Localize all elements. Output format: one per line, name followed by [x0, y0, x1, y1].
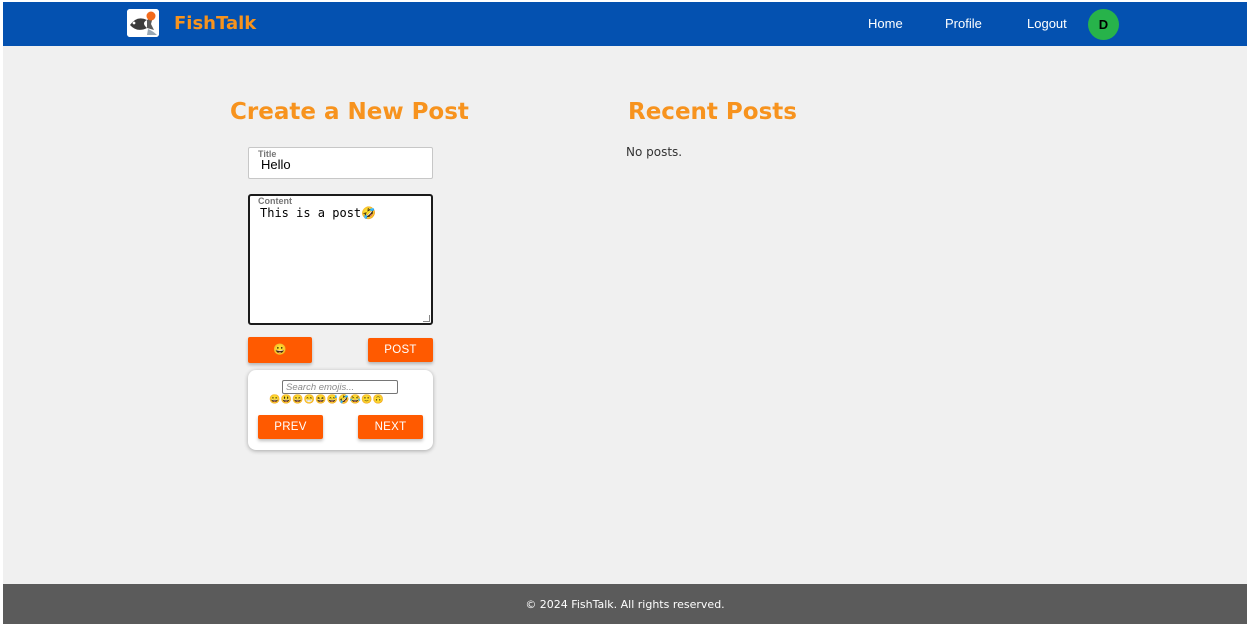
- emoji-option[interactable]: 😃: [281, 394, 292, 405]
- top-navbar: FishTalk Home Profile Logout D: [3, 2, 1247, 46]
- emoji-toggle-button[interactable]: 😀: [248, 337, 312, 363]
- resize-handle-icon[interactable]: [423, 315, 430, 322]
- post-button[interactable]: POST: [368, 338, 433, 362]
- nav-profile-link[interactable]: Profile: [945, 16, 982, 31]
- emoji-search-input[interactable]: [282, 380, 398, 394]
- footer: © 2024 FishTalk. All rights reserved.: [3, 584, 1247, 624]
- title-input[interactable]: [261, 157, 421, 172]
- emoji-option[interactable]: 😁: [304, 394, 315, 405]
- app-frame: FishTalk Home Profile Logout D Create a …: [3, 2, 1247, 624]
- emoji-picker: 😀 😃 😄 😁 😆 😅 🤣 😂 🙂 🙃 PREV NEXT: [248, 370, 433, 450]
- emoji-option[interactable]: 🙂: [361, 394, 372, 405]
- emoji-option[interactable]: 🤣: [338, 394, 349, 405]
- prev-page-button[interactable]: PREV: [258, 415, 323, 439]
- emoji-grid: 😀 😃 😄 😁 😆 😅 🤣 😂 🙂 🙃: [269, 394, 419, 407]
- content-textarea[interactable]: This is a post🤣: [260, 206, 425, 316]
- copyright-text: © 2024 FishTalk. All rights reserved.: [525, 598, 725, 611]
- nav-home-link[interactable]: Home: [868, 16, 903, 31]
- title-field[interactable]: Title: [248, 147, 433, 179]
- emoji-option[interactable]: 😂: [350, 394, 361, 405]
- next-page-button[interactable]: NEXT: [358, 415, 423, 439]
- create-post-heading: Create a New Post: [230, 99, 469, 125]
- emoji-option[interactable]: 🙃: [373, 394, 384, 405]
- user-avatar[interactable]: D: [1088, 9, 1119, 40]
- emoji-option[interactable]: 😀: [269, 394, 280, 405]
- fish-logo-icon[interactable]: [127, 9, 159, 37]
- brand-name[interactable]: FishTalk: [174, 13, 256, 34]
- emoji-option[interactable]: 😅: [327, 394, 338, 405]
- emoji-option[interactable]: 😄: [292, 394, 303, 405]
- empty-posts-message: No posts.: [626, 145, 683, 159]
- content-field[interactable]: Content This is a post🤣: [248, 194, 433, 325]
- nav-logout-link[interactable]: Logout: [1027, 16, 1067, 31]
- emoji-option[interactable]: 😆: [315, 394, 326, 405]
- recent-posts-heading: Recent Posts: [628, 99, 797, 125]
- content-label: Content: [258, 196, 292, 206]
